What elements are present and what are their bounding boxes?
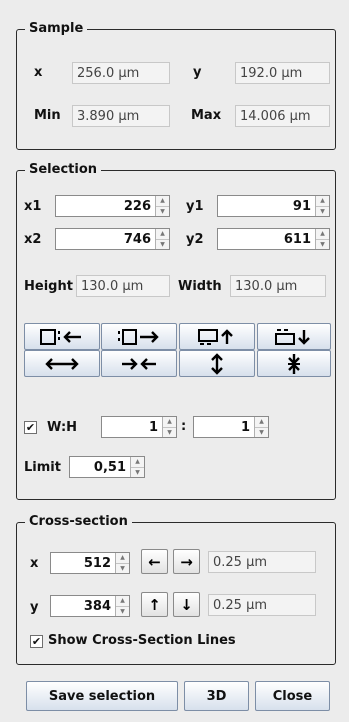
expand-right-button[interactable] <box>101 323 177 350</box>
save-selection-button[interactable]: Save selection <box>26 681 178 711</box>
show-lines-checkbox[interactable]: ✔ <box>30 635 43 648</box>
heighten-button[interactable] <box>179 350 255 377</box>
arrow-right-icon: → <box>180 552 193 571</box>
y1-label: y1 <box>186 199 204 214</box>
wh-height-value[interactable]: 1 <box>194 417 254 437</box>
sample-title: Sample <box>25 21 88 36</box>
width-label: Width <box>178 279 222 294</box>
cs-x-spinner[interactable]: 512 ▲ ▼ <box>50 552 130 574</box>
expand-right-icon <box>118 328 159 345</box>
wh-separator: : <box>181 419 187 434</box>
expand-left-icon <box>40 328 81 345</box>
double-arrow-vertical-icon <box>211 352 223 375</box>
x1-spin-arrows[interactable]: ▲ ▼ <box>155 196 169 216</box>
wh-width-value[interactable]: 1 <box>102 417 162 437</box>
wh-label: W:H <box>47 420 78 435</box>
show-lines-label: Show Cross-Section Lines <box>48 633 236 648</box>
wh-width-arrows[interactable]: ▲ ▼ <box>162 417 176 437</box>
selection-title: Selection <box>25 162 102 177</box>
arrow-down-icon: ↓ <box>180 595 193 614</box>
x1-spinner[interactable]: 226 ▲ ▼ <box>55 195 170 217</box>
height-label: Height <box>24 279 73 294</box>
x2-value[interactable]: 746 <box>56 229 155 249</box>
sample-min-label: Min <box>34 108 61 123</box>
y2-spinner[interactable]: 611 ▲ ▼ <box>217 228 330 250</box>
sample-max-label: Max <box>191 108 222 123</box>
width-value: 130.0 µm <box>230 275 326 297</box>
y2-spin-arrows[interactable]: ▲ ▼ <box>315 229 329 249</box>
wh-checkbox[interactable]: ✔ <box>24 421 37 434</box>
cross-section-title: Cross-section <box>25 514 132 529</box>
y1-value[interactable]: 91 <box>218 196 315 216</box>
y1-spinner[interactable]: 91 ▲ ▼ <box>217 195 330 217</box>
cs-y-step: 0.25 µm <box>208 594 316 616</box>
expand-down-icon <box>275 328 310 345</box>
double-arrow-horizontal-icon <box>45 357 79 370</box>
sample-x-label: x <box>34 65 43 80</box>
wh-width-spinner[interactable]: 1 ▲ ▼ <box>101 416 177 438</box>
cs-y-spinner[interactable]: 384 ▲ ▼ <box>50 595 130 617</box>
limit-arrows[interactable]: ▲ ▼ <box>130 457 144 477</box>
sample-min-value: 3.890 µm <box>72 105 170 127</box>
cs-x-value[interactable]: 512 <box>51 553 115 573</box>
close-button[interactable]: Close <box>255 681 330 711</box>
cs-x-arrows[interactable]: ▲ ▼ <box>115 553 129 573</box>
x1-label: x1 <box>24 199 42 214</box>
cs-y-label: y <box>30 600 39 615</box>
cs-x-right-button[interactable]: → <box>173 549 200 574</box>
cs-y-down-button[interactable]: ↓ <box>173 592 200 617</box>
x2-spinner[interactable]: 746 ▲ ▼ <box>55 228 170 250</box>
arrows-inward-icon <box>122 357 156 370</box>
widen-button[interactable] <box>24 350 100 377</box>
sample-max-value: 14.006 µm <box>235 105 330 127</box>
y2-label: y2 <box>186 232 204 247</box>
expand-down-button[interactable] <box>257 323 331 350</box>
cs-x-step: 0.25 µm <box>208 551 316 573</box>
shorten-button[interactable] <box>257 350 331 377</box>
x2-spin-arrows[interactable]: ▲ ▼ <box>155 229 169 249</box>
expand-up-icon <box>198 328 233 345</box>
x2-label: x2 <box>24 232 42 247</box>
x1-value[interactable]: 226 <box>56 196 155 216</box>
wh-height-arrows[interactable]: ▲ ▼ <box>254 417 268 437</box>
cs-y-value[interactable]: 384 <box>51 596 115 616</box>
expand-left-button[interactable] <box>24 323 100 350</box>
limit-label: Limit <box>24 460 61 475</box>
cs-y-arrows[interactable]: ▲ ▼ <box>115 596 129 616</box>
arrows-vertical-inward-icon <box>288 353 300 374</box>
y2-value[interactable]: 611 <box>218 229 315 249</box>
arrow-left-icon: ← <box>148 552 161 571</box>
y1-spin-arrows[interactable]: ▲ ▼ <box>315 196 329 216</box>
sample-x-value: 256.0 µm <box>72 62 170 84</box>
wh-height-spinner[interactable]: 1 ▲ ▼ <box>193 416 269 438</box>
narrow-button[interactable] <box>101 350 177 377</box>
height-value: 130.0 µm <box>76 275 170 297</box>
limit-spinner[interactable]: 0,51 ▲ ▼ <box>69 456 145 478</box>
arrow-up-icon: ↑ <box>148 595 161 614</box>
cs-x-left-button[interactable]: ← <box>141 549 168 574</box>
sample-group: Sample <box>16 21 336 150</box>
expand-up-button[interactable] <box>179 323 255 350</box>
sample-y-value: 192.0 µm <box>235 62 330 84</box>
sample-y-label: y <box>193 65 202 80</box>
3d-button[interactable]: 3D <box>184 681 249 711</box>
limit-value[interactable]: 0,51 <box>70 457 130 477</box>
cs-y-up-button[interactable]: ↑ <box>141 592 168 617</box>
cs-x-label: x <box>30 556 39 571</box>
